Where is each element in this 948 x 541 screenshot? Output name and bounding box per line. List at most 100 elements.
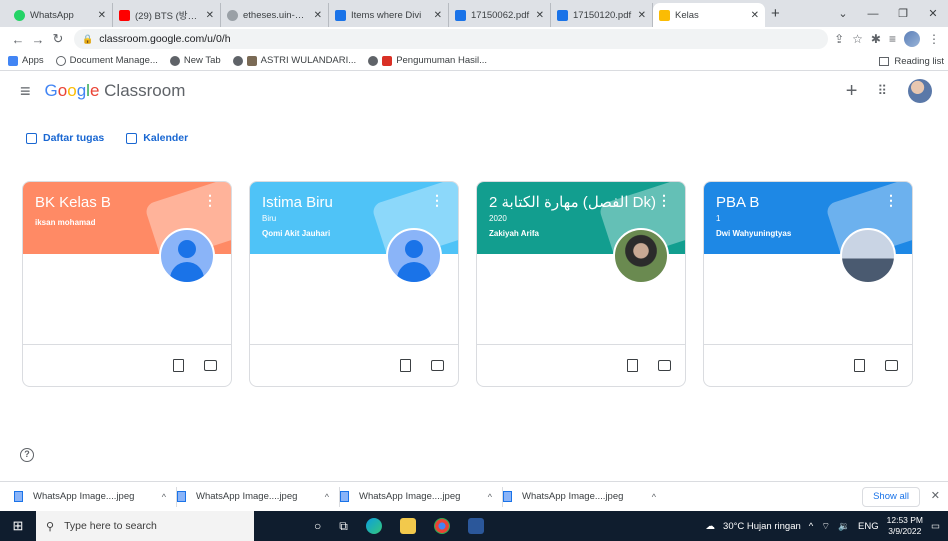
chevron-up-icon[interactable]: ^ [162,492,166,502]
task-view-icon[interactable]: ⧉ [339,519,348,534]
language-indicator[interactable]: ENG [858,521,879,532]
bookmark-pengumuman[interactable]: Pengumuman Hasil... [368,55,487,66]
globe-icon [232,55,243,66]
browser-tab-pdf1[interactable]: 17150062.pdf ✕ [449,3,551,27]
volume-icon[interactable]: 🔉 [838,521,850,532]
chrome-icon[interactable] [433,518,450,534]
assignment-icon[interactable] [854,359,865,372]
show-all-button[interactable]: Show all [862,487,920,507]
folder-icon[interactable] [431,360,444,371]
close-icon[interactable]: ✕ [206,10,214,21]
link-label: Daftar tugas [43,132,105,144]
class-card[interactable]: مهارة الكتابة 2 (الفصل Dk) 2020 Zakiyah Ar… [476,181,686,387]
card-footer [23,344,231,386]
notifications-icon[interactable]: ▭ [931,521,940,532]
hamburger-menu-icon[interactable]: ≡ [20,81,31,102]
close-icon[interactable]: ✕ [98,10,106,21]
more-vert-icon[interactable]: ⋮ [884,192,898,209]
system-tray: ☁ 30°C Hujan ringan ^ ⌔ 🔉 ENG 12:53 PM 3… [706,511,948,541]
download-item[interactable]: WhatsApp Image....jpeg ^ [14,486,177,507]
google-apps-icon[interactable]: ⠿ [877,83,888,99]
more-vert-icon[interactable]: ⋮ [203,192,217,209]
tab-search-icon[interactable]: ⌄ [828,7,858,20]
account-avatar[interactable] [908,79,932,103]
close-download-bar-icon[interactable]: ✕ [931,489,940,502]
weather-text[interactable]: 30°C Hujan ringan [723,521,801,532]
network-icon[interactable]: ⌔ [821,521,830,532]
restore-icon[interactable]: ❐ [888,7,918,20]
cortana-icon[interactable]: ○ [314,519,321,533]
forward-icon[interactable]: → [28,32,48,47]
close-icon[interactable]: ✕ [638,10,646,21]
globe-icon [227,9,238,21]
download-item[interactable]: WhatsApp Image....jpeg ^ [340,486,503,507]
bookmark-new-tab[interactable]: New Tab [169,55,221,66]
browser-tab-whatsapp[interactable]: WhatsApp ✕ [8,3,113,27]
media-icon[interactable]: ≡ [889,32,896,46]
bookmark-label: Document Manage... [69,55,158,66]
close-icon[interactable]: ✕ [314,10,322,21]
minimize-icon[interactable]: — [858,8,888,20]
more-vert-icon[interactable]: ⋮ [657,192,671,209]
folder-icon[interactable] [658,360,671,371]
close-icon[interactable]: ✕ [536,10,544,21]
windows-start-icon[interactable]: ⊞ [0,518,36,534]
folder-icon[interactable] [204,360,217,371]
chevron-up-icon[interactable]: ^ [488,492,492,502]
reading-list-button[interactable]: Reading list [879,51,944,71]
classroom-logo[interactable]: Google Classroom [45,81,186,101]
card-footer [250,344,458,386]
file-explorer-icon[interactable] [399,518,416,534]
bookmark-document-manage[interactable]: Document Manage... [55,55,158,66]
assignment-icon[interactable] [400,359,411,372]
close-window-icon[interactable]: ✕ [918,7,948,20]
class-card[interactable]: Istima Biru Biru Qomi Akit Jauhari ⋮ [249,181,459,387]
edge-icon[interactable] [365,518,382,534]
browser-tab-etheses[interactable]: etheses.uin-mala ✕ [221,3,329,27]
class-card[interactable]: PBA B 1 Dwi Wahyuningtyas ⋮ [703,181,913,387]
assignment-icon[interactable] [627,359,638,372]
chevron-up-icon[interactable]: ^ [652,492,656,502]
tray-chevron-icon[interactable]: ^ [809,521,813,532]
folder-icon[interactable] [885,360,898,371]
more-vert-icon[interactable]: ⋮ [430,192,444,209]
download-item[interactable]: WhatsApp Image....jpeg ^ [503,487,666,507]
bookmark-astri[interactable]: ASTRI WULANDARI... [232,55,356,66]
word-icon[interactable] [467,518,484,534]
share-icon[interactable]: ⇪ [834,32,844,46]
class-card[interactable]: BK Kelas Biksan mohamad ⋮ [22,181,232,387]
teacher-avatar [840,228,896,284]
address-bar-row: ← → ↻ 🔒 classroom.google.com/u/0/h ⇪ ☆ ✱… [0,27,948,51]
extensions-icon[interactable]: ✱ [871,32,881,46]
close-icon[interactable]: ✕ [434,10,442,21]
close-icon[interactable]: ✕ [751,10,759,21]
browser-tab-items[interactable]: Items where Divi ✕ [329,3,449,27]
reading-list-label: Reading list [894,55,944,67]
assignment-icon[interactable] [173,359,184,372]
clock[interactable]: 12:53 PM 3/9/2022 [887,515,923,537]
calendar-icon [126,132,138,144]
reload-icon[interactable]: ↻ [48,31,68,47]
browser-tab-youtube[interactable]: (29) BTS (방탄소 ✕ [113,3,221,27]
doc-icon [557,9,568,21]
daftar-tugas-link[interactable]: Daftar tugas [26,132,104,144]
browser-tab-pdf2[interactable]: 17150120.pdf ✕ [551,3,653,27]
bookmark-star-icon[interactable]: ☆ [852,32,863,46]
taskbar-search[interactable]: ⚲ Type here to search [36,511,254,541]
browser-tab-kelas[interactable]: Kelas ✕ [653,3,765,27]
bookmark-apps[interactable]: Apps [8,55,44,66]
chevron-up-icon[interactable]: ^ [325,492,329,502]
tab-label: 17150062.pdf [471,9,530,21]
back-icon[interactable]: ← [8,32,28,47]
help-icon[interactable]: ? [20,448,34,462]
header-actions: + ⠿ [846,71,932,111]
url-field[interactable]: 🔒 classroom.google.com/u/0/h [74,29,829,49]
new-tab-button[interactable]: + [771,3,780,27]
reading-list-icon [879,56,890,66]
profile-avatar[interactable] [904,31,920,47]
browser-menu-icon[interactable]: ⋮ [928,32,940,46]
kalender-link[interactable]: Kalender [126,132,188,144]
add-class-icon[interactable]: + [846,80,858,103]
quick-links: Daftar tugas Kalender [0,119,948,157]
download-item[interactable]: WhatsApp Image....jpeg ^ [177,486,340,507]
